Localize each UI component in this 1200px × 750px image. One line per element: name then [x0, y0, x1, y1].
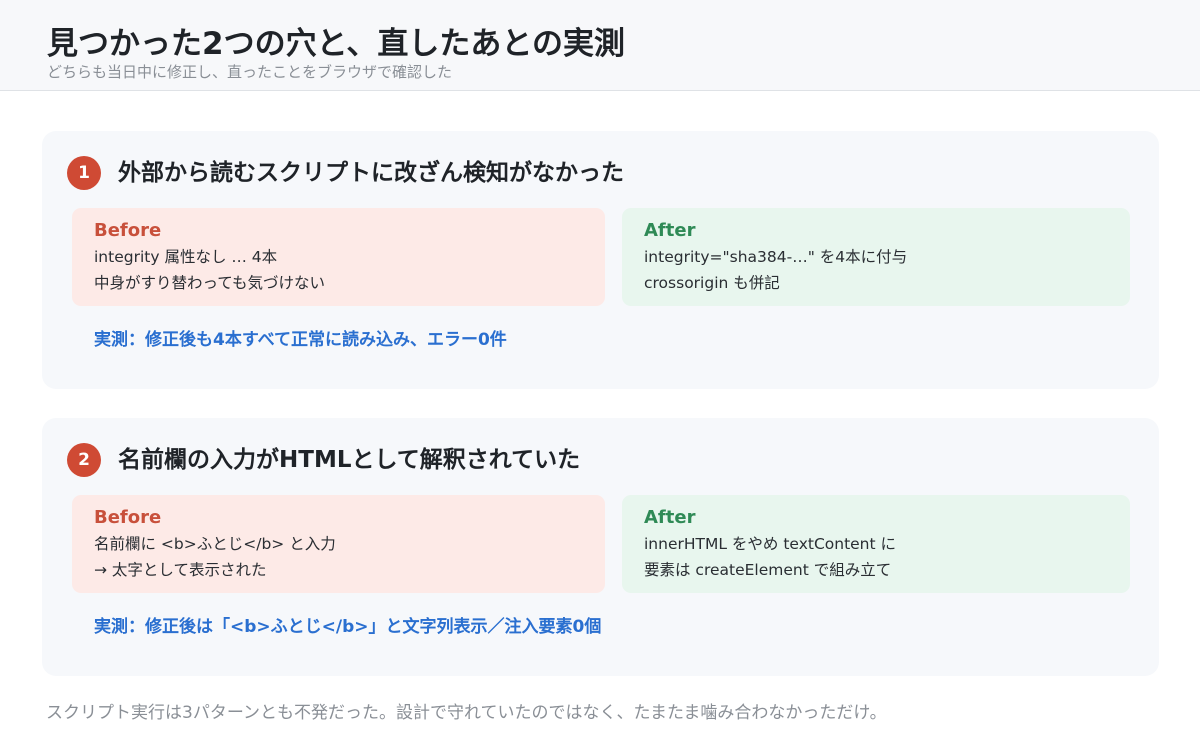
issue-card-2: 2 名前欄の入力がHTMLとして解釈されていた Before 名前欄に <b>ふ… — [42, 418, 1159, 676]
issue-title: 外部から読むスクリプトに改ざん検知がなかった — [118, 160, 624, 186]
after-line: crossorigin も併記 — [644, 274, 780, 292]
page-title: 見つかった2つの穴と、直したあとの実測 — [47, 26, 626, 62]
after-label: After — [644, 507, 696, 528]
page-header: 見つかった2つの穴と、直したあとの実測 どちらも当日中に修正し、直ったことをブラ… — [0, 0, 1200, 91]
after-line: integrity="sha384-…" を4本に付与 — [644, 248, 908, 266]
issue-title: 名前欄の入力がHTMLとして解釈されていた — [118, 447, 581, 473]
footer-note: スクリプト実行は3パターンとも不発だった。設計で守れていたのではなく、たまたま噛… — [46, 703, 887, 723]
issue-number-badge: 1 — [67, 156, 101, 190]
before-line: → 太字として表示された — [94, 561, 267, 579]
measurement-result: 実測：修正後も4本すべて正常に読み込み、エラー0件 — [94, 330, 507, 350]
after-label: After — [644, 220, 696, 241]
after-line: innerHTML をやめ textContent に — [644, 535, 897, 553]
issue-number-badge: 2 — [67, 443, 101, 477]
before-line: integrity 属性なし … 4本 — [94, 248, 278, 266]
after-line: 要素は createElement で組み立て — [644, 561, 892, 579]
after-box: After innerHTML をやめ textContent に 要素は cr… — [622, 495, 1130, 593]
before-box: Before integrity 属性なし … 4本 中身がすり替わっても気づけ… — [72, 208, 605, 306]
before-label: Before — [94, 507, 162, 528]
before-label: Before — [94, 220, 162, 241]
after-box: After integrity="sha384-…" を4本に付与 crosso… — [622, 208, 1130, 306]
page-subtitle: どちらも当日中に修正し、直ったことをブラウザで確認した — [47, 63, 453, 81]
measurement-result: 実測：修正後は「<b>ふとじ</b>」と文字列表示／注入要素0個 — [94, 617, 602, 637]
before-box: Before 名前欄に <b>ふとじ</b> と入力 → 太字として表示された — [72, 495, 605, 593]
issue-card-1: 1 外部から読むスクリプトに改ざん検知がなかった Before integrit… — [42, 131, 1159, 389]
before-line: 中身がすり替わっても気づけない — [94, 274, 325, 292]
before-line: 名前欄に <b>ふとじ</b> と入力 — [94, 535, 336, 553]
